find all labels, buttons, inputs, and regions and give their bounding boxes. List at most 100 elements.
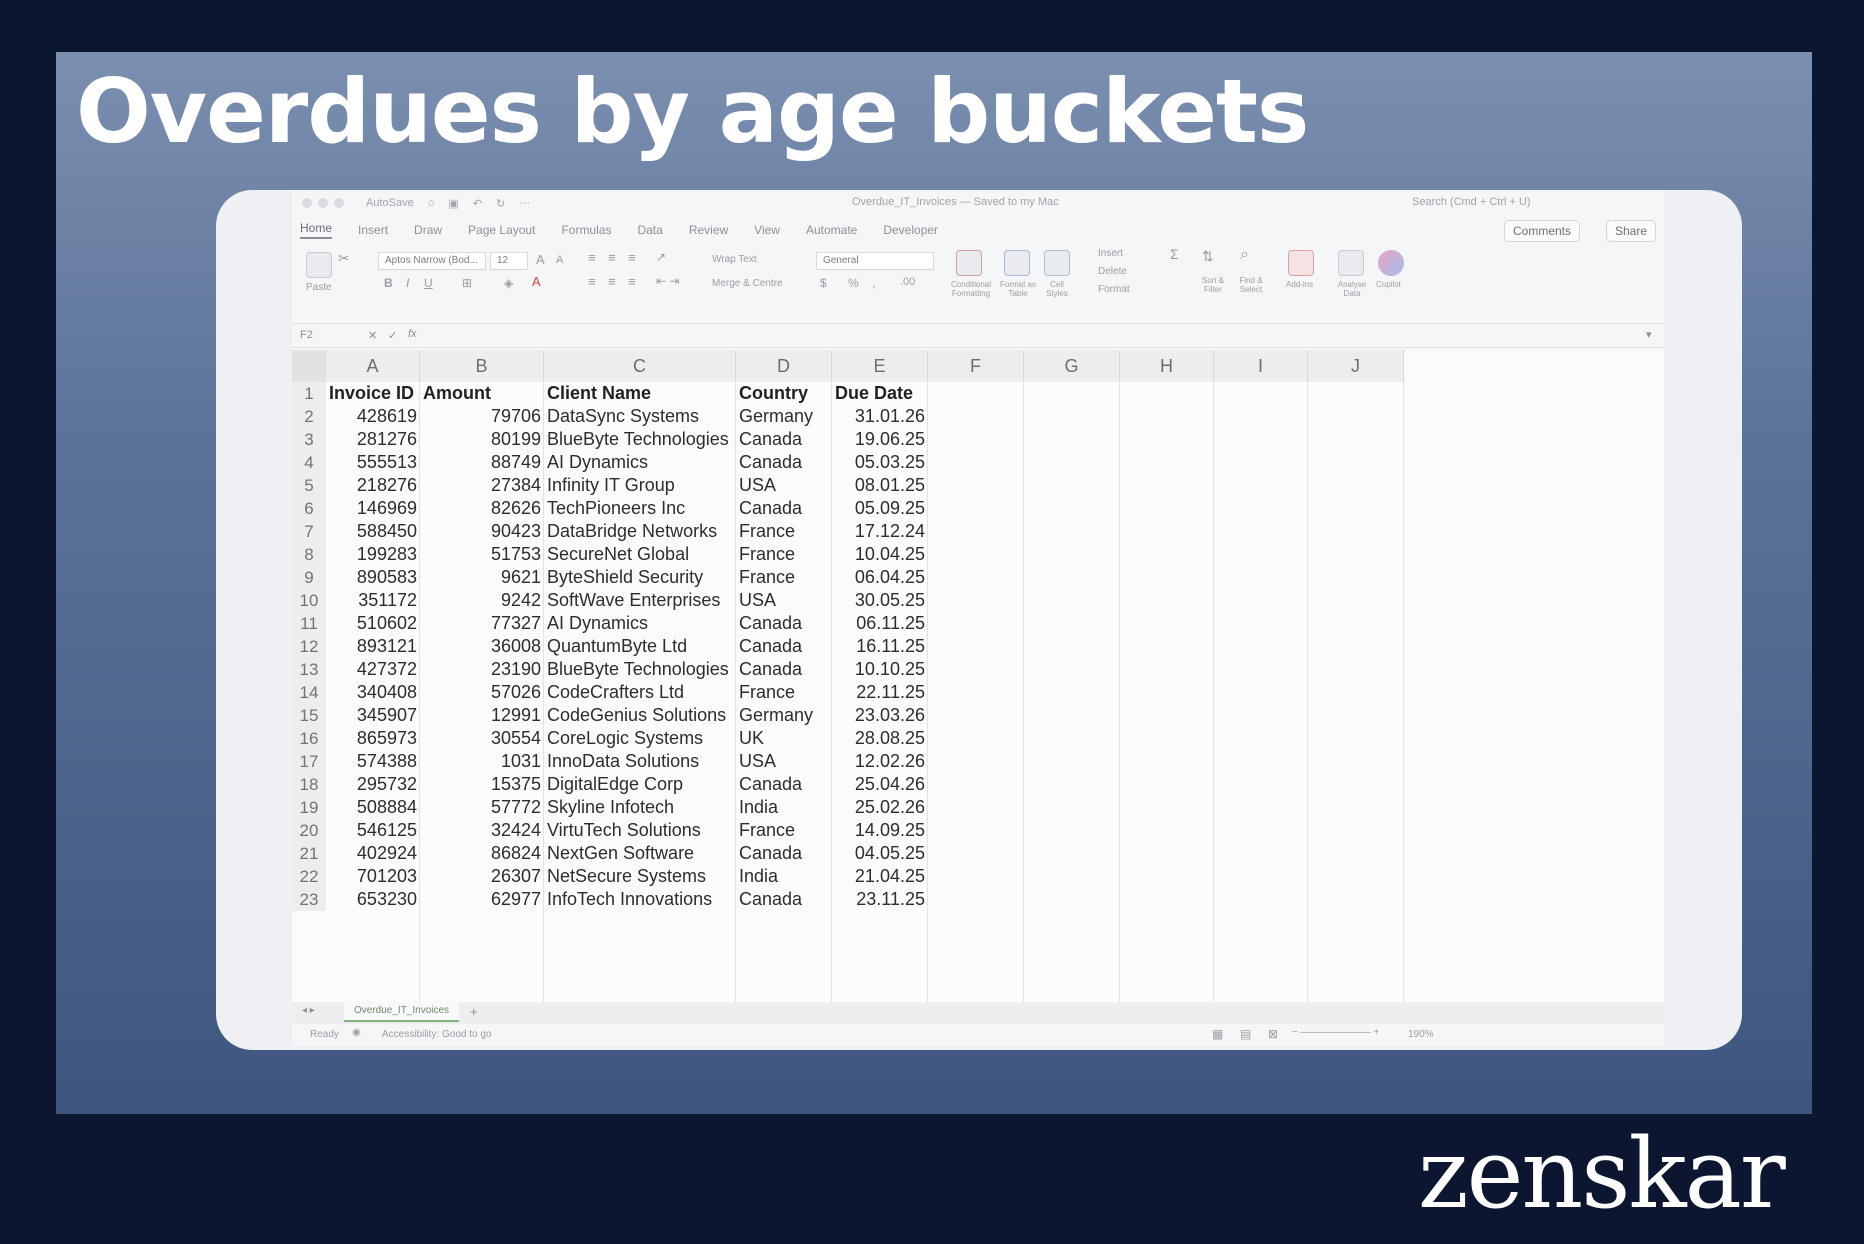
addins-icon[interactable] (1288, 250, 1314, 276)
number-format-select[interactable]: General (816, 252, 934, 270)
table-cell[interactable]: 57026 (420, 681, 544, 704)
tab-draw[interactable]: Draw (414, 223, 442, 237)
table-cell[interactable]: DataSync Systems (544, 405, 736, 428)
table-cell[interactable]: 51753 (420, 543, 544, 566)
align-top-icon[interactable]: ≡ (588, 250, 596, 265)
table-cell[interactable]: Canada (736, 612, 832, 635)
row-header[interactable]: 17 (292, 750, 326, 773)
table-cell[interactable]: Canada (736, 658, 832, 681)
italic-icon[interactable]: I (406, 276, 409, 290)
record-icon[interactable]: ◉ (352, 1027, 361, 1038)
table-cell[interactable]: VirtuTech Solutions (544, 819, 736, 842)
analyse-data-icon[interactable] (1338, 250, 1364, 276)
prev-sheet-icon[interactable]: ◂ ▸ (302, 1005, 315, 1016)
table-cell[interactable]: 893121 (326, 635, 420, 658)
table-cell[interactable]: 82626 (420, 497, 544, 520)
row-header[interactable]: 18 (292, 773, 326, 796)
table-cell[interactable]: France (736, 681, 832, 704)
merge-centre-button[interactable]: Merge & Centre (712, 278, 783, 289)
table-cell[interactable]: 508884 (326, 796, 420, 819)
table-cell[interactable]: BlueByte Technologies (544, 428, 736, 451)
page-layout-icon[interactable]: ▤ (1240, 1027, 1251, 1041)
decrease-font-icon[interactable]: A (556, 254, 563, 266)
table-cell[interactable]: 574388 (326, 750, 420, 773)
page-break-icon[interactable]: ⊠ (1268, 1027, 1278, 1041)
enter-icon[interactable]: ✓ (388, 329, 397, 342)
table-cell[interactable]: 36008 (420, 635, 544, 658)
table-cell[interactable]: India (736, 865, 832, 888)
tab-home[interactable]: Home (300, 221, 333, 239)
row-header[interactable]: 7 (292, 520, 326, 543)
tab-automate[interactable]: Automate (806, 223, 857, 237)
fill-color-icon[interactable]: ◈ (504, 276, 513, 290)
column-header-f[interactable]: F (928, 350, 1024, 382)
table-cell[interactable]: CoreLogic Systems (544, 727, 736, 750)
table-cell[interactable]: Skyline Infotech (544, 796, 736, 819)
row-header[interactable]: 15 (292, 704, 326, 727)
table-cell[interactable]: InnoData Solutions (544, 750, 736, 773)
percent-icon[interactable]: % (848, 276, 859, 290)
font-size-select[interactable]: 12 (490, 252, 528, 270)
header-cell[interactable]: Amount (420, 382, 544, 405)
paste-icon[interactable] (306, 252, 332, 278)
cancel-icon[interactable]: ✕ (368, 329, 377, 342)
cell-styles-icon[interactable] (1044, 250, 1070, 276)
table-cell[interactable]: ByteShield Security (544, 566, 736, 589)
row-header[interactable]: 22 (292, 865, 326, 888)
table-cell[interactable]: 218276 (326, 474, 420, 497)
table-cell[interactable]: 77327 (420, 612, 544, 635)
row-header[interactable]: 20 (292, 819, 326, 842)
insert-cells-button[interactable]: Insert (1098, 248, 1123, 259)
table-cell[interactable]: 86824 (420, 842, 544, 865)
table-cell[interactable]: 701203 (326, 865, 420, 888)
table-cell[interactable]: 22.11.25 (832, 681, 928, 704)
row-header[interactable]: 23 (292, 888, 326, 911)
undo-icon[interactable]: ↶ (473, 197, 482, 210)
table-cell[interactable]: 25.04.26 (832, 773, 928, 796)
increase-font-icon[interactable]: A (536, 252, 545, 267)
table-cell[interactable]: 546125 (326, 819, 420, 842)
borders-icon[interactable]: ⊞ (462, 276, 472, 290)
align-center-icon[interactable]: ≡ (608, 274, 616, 289)
autosave-toggle[interactable]: AutoSave (366, 197, 414, 209)
table-cell[interactable]: 27384 (420, 474, 544, 497)
maximize-window-icon[interactable] (334, 198, 344, 208)
cut-icon[interactable]: ✂ (338, 250, 350, 267)
underline-icon[interactable]: U (424, 276, 433, 290)
table-cell[interactable]: 12.02.26 (832, 750, 928, 773)
row-header[interactable]: 3 (292, 428, 326, 451)
font-name-select[interactable]: Aptos Narrow (Bod... (378, 252, 486, 270)
orientation-icon[interactable]: ↗ (656, 250, 666, 264)
table-cell[interactable]: 588450 (326, 520, 420, 543)
table-cell[interactable]: 510602 (326, 612, 420, 635)
table-cell[interactable]: 14.09.25 (832, 819, 928, 842)
row-header[interactable]: 13 (292, 658, 326, 681)
table-cell[interactable]: CodeGenius Solutions (544, 704, 736, 727)
minimize-window-icon[interactable] (318, 198, 328, 208)
table-cell[interactable]: 10.04.25 (832, 543, 928, 566)
add-sheet-icon[interactable]: + (470, 1004, 478, 1019)
table-cell[interactable]: France (736, 566, 832, 589)
table-cell[interactable]: 146969 (326, 497, 420, 520)
align-middle-icon[interactable]: ≡ (608, 250, 616, 265)
table-cell[interactable]: 402924 (326, 842, 420, 865)
tab-review[interactable]: Review (689, 223, 728, 237)
autosum-icon[interactable]: Σ (1170, 246, 1179, 262)
table-cell[interactable]: QuantumByte Ltd (544, 635, 736, 658)
expand-formula-icon[interactable]: ▾ (1646, 328, 1652, 341)
header-cell[interactable]: Due Date (832, 382, 928, 405)
table-cell[interactable]: 555513 (326, 451, 420, 474)
row-header[interactable]: 2 (292, 405, 326, 428)
column-header-i[interactable]: I (1214, 350, 1308, 382)
row-header[interactable]: 8 (292, 543, 326, 566)
table-cell[interactable]: 30554 (420, 727, 544, 750)
table-cell[interactable]: 17.12.24 (832, 520, 928, 543)
table-cell[interactable]: France (736, 819, 832, 842)
zoom-slider[interactable]: − ——————— + (1292, 1027, 1379, 1038)
comments-button[interactable]: Comments (1503, 220, 1580, 242)
table-cell[interactable]: 281276 (326, 428, 420, 451)
window-controls[interactable] (302, 198, 344, 208)
table-cell[interactable]: 340408 (326, 681, 420, 704)
table-cell[interactable]: France (736, 520, 832, 543)
table-cell[interactable]: 351172 (326, 589, 420, 612)
